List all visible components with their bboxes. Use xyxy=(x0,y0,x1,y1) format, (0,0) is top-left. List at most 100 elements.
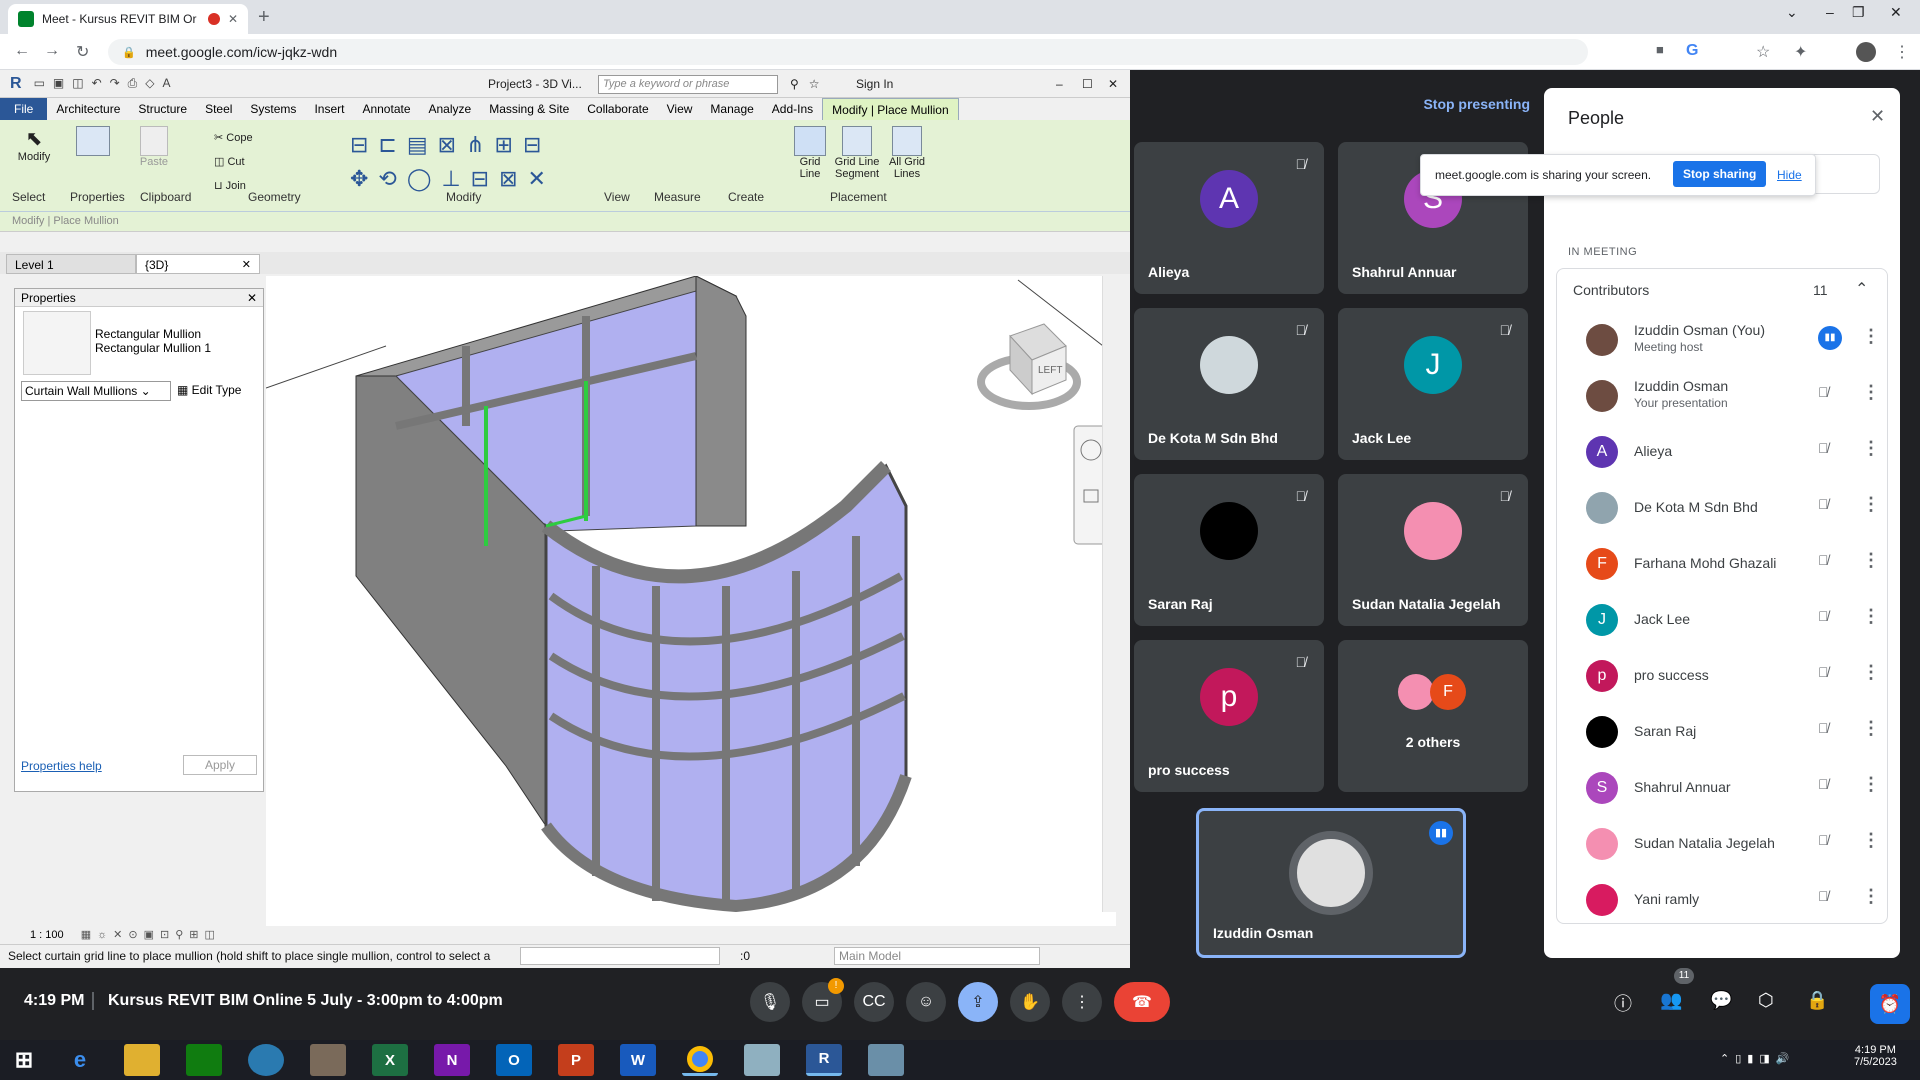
participant-tile[interactable]: J 🎙̸ Jack Lee xyxy=(1338,308,1528,460)
app-icon[interactable] xyxy=(248,1044,284,1076)
workset-select[interactable] xyxy=(520,947,720,965)
taskbar-clock[interactable]: 4:19 PM 7/5/2023 xyxy=(1854,1044,1897,1068)
participant-more-icon[interactable]: ⋮ xyxy=(1862,886,1880,907)
participant-row[interactable]: p pro success 🎙̸ ⋮ xyxy=(1556,648,1912,704)
outlook-icon[interactable]: O xyxy=(496,1044,532,1076)
mic-off-icon[interactable]: 🎙̸ xyxy=(1818,608,1829,624)
forward-icon[interactable]: → xyxy=(44,42,60,60)
address-bar[interactable]: 🔒 meet.google.com/icw-jqkz-wdn xyxy=(108,39,1588,65)
modify-tools-icons[interactable]: ⊟⊏▤⊠⋔⊞⊟ ✥⟲◯⊥⊟⊠✕ xyxy=(350,128,650,196)
profile-avatar[interactable] xyxy=(1856,42,1876,62)
tab-view[interactable]: View xyxy=(658,98,702,120)
participant-tile[interactable]: A 🎙̸ Alieya xyxy=(1134,142,1324,294)
vertical-scrollbar[interactable] xyxy=(1102,276,1116,912)
close-panel-icon[interactable]: ✕ xyxy=(1870,106,1885,127)
tab-structure[interactable]: Structure xyxy=(129,98,196,120)
browser-tab[interactable]: Meet - Kursus REVIT BIM Or ✕ xyxy=(8,4,248,34)
tab-manage[interactable]: Manage xyxy=(701,98,762,120)
others-tile[interactable]: F 2 others xyxy=(1338,640,1528,792)
word-icon[interactable]: W xyxy=(620,1044,656,1076)
view-controls-icons[interactable]: ▦☼✕⊙▣⊡⚲⊞◫ xyxy=(81,929,221,941)
participant-row[interactable]: Yani ramly 🎙̸ ⋮ xyxy=(1556,872,1912,928)
google-icon[interactable]: G xyxy=(1686,42,1698,60)
tab-file[interactable]: File xyxy=(0,98,48,120)
file-explorer-icon[interactable] xyxy=(124,1044,160,1076)
hide-notice-link[interactable]: Hide xyxy=(1777,168,1802,182)
stop-presenting-button[interactable]: Stop presenting xyxy=(1423,96,1530,112)
new-tab-icon[interactable]: + xyxy=(258,6,270,29)
windows-start-icon[interactable]: ⊞ xyxy=(6,1044,42,1076)
paste-button[interactable]: Paste xyxy=(136,126,172,168)
close-view-icon[interactable]: ✕ xyxy=(242,258,251,271)
participant-more-icon[interactable]: ⋮ xyxy=(1862,774,1880,795)
app-icon[interactable] xyxy=(310,1044,346,1076)
tab-massing-site[interactable]: Massing & Site xyxy=(480,98,578,120)
cut-button[interactable]: ◫ Cut xyxy=(214,150,253,174)
participant-row[interactable]: De Kota M Sdn Bhd 🎙̸ ⋮ xyxy=(1556,480,1912,536)
back-icon[interactable]: ← xyxy=(14,42,30,60)
mic-off-icon[interactable]: 🎙̸ xyxy=(1818,440,1829,456)
stop-sharing-button[interactable]: Stop sharing xyxy=(1673,161,1767,187)
tab-annotate[interactable]: Annotate xyxy=(353,98,419,120)
tab-insert[interactable]: Insert xyxy=(305,98,353,120)
search-tools-icons[interactable]: ⚲☆ xyxy=(790,77,830,91)
bookmark-star-icon[interactable]: ☆ xyxy=(1756,42,1770,62)
revit-logo-icon[interactable]: R xyxy=(10,75,22,93)
leave-call-icon[interactable]: ☎ xyxy=(1114,982,1170,1022)
properties-tool-button[interactable] xyxy=(70,126,116,156)
participant-more-icon[interactable]: ⋮ xyxy=(1862,550,1880,571)
present-screen-icon[interactable]: ⇪ xyxy=(958,982,998,1022)
participant-more-icon[interactable]: ⋮ xyxy=(1862,438,1880,459)
tab-collaborate[interactable]: Collaborate xyxy=(578,98,657,120)
participant-tile[interactable]: 🎙̸ Sudan Natalia Jegelah xyxy=(1338,474,1528,626)
cope-button[interactable]: ✂ Cope xyxy=(214,126,253,150)
collapse-chevron-icon[interactable]: ⌃ xyxy=(1855,279,1868,299)
properties-help-link[interactable]: Properties help xyxy=(21,759,102,773)
participant-more-icon[interactable]: ⋮ xyxy=(1862,718,1880,739)
meeting-details-icon[interactable]: ⓘ xyxy=(1614,990,1632,1016)
tab-steel[interactable]: Steel xyxy=(196,98,241,120)
revit-icon[interactable]: R xyxy=(806,1044,842,1076)
participant-more-icon[interactable]: ⋮ xyxy=(1862,494,1880,515)
view-tab-level-1[interactable]: Level 1 xyxy=(6,254,136,274)
group-select[interactable]: Select xyxy=(12,190,45,204)
participant-more-icon[interactable]: ⋮ xyxy=(1862,830,1880,851)
close-properties-icon[interactable]: ✕ xyxy=(247,291,257,305)
calculator-icon[interactable] xyxy=(186,1044,222,1076)
microphone-icon[interactable]: 🎙 xyxy=(750,982,790,1022)
participant-row[interactable]: F Farhana Mohd Ghazali 🎙̸ ⋮ xyxy=(1556,536,1912,592)
extensions-icon[interactable]: ✦ xyxy=(1794,42,1807,62)
category-filter-select[interactable]: Curtain Wall Mullions ⌄ xyxy=(21,381,171,401)
more-options-icon[interactable]: ⋮ xyxy=(1062,982,1102,1022)
grid-line-segment-button[interactable]: Grid Line Segment xyxy=(832,126,882,180)
participant-tile[interactable]: 🎙̸ De Kota M Sdn Bhd xyxy=(1134,308,1324,460)
tab-analyze[interactable]: Analyze xyxy=(420,98,481,120)
close-icon[interactable]: ✕ xyxy=(1108,77,1118,91)
tab-systems[interactable]: Systems xyxy=(241,98,305,120)
participant-more-icon[interactable]: ⋮ xyxy=(1862,382,1880,403)
tab-add-ins[interactable]: Add-Ins xyxy=(763,98,822,120)
internet-explorer-icon[interactable]: e xyxy=(62,1044,98,1076)
close-window-icon[interactable]: ✕ xyxy=(1890,4,1902,21)
view-tab-3d[interactable]: {3D} ✕ xyxy=(136,254,260,274)
mic-off-icon[interactable]: 🎙̸ xyxy=(1818,384,1829,400)
view-cube[interactable]: LEFT xyxy=(977,323,1081,410)
chat-icon[interactable]: 💬 xyxy=(1710,990,1732,1011)
app-icon[interactable] xyxy=(744,1044,780,1076)
powerpoint-icon[interactable]: P xyxy=(558,1044,594,1076)
apply-button[interactable]: Apply xyxy=(183,755,257,775)
all-grid-lines-button[interactable]: All Grid Lines xyxy=(884,126,930,180)
self-view-tile[interactable]: ▮▮ Izuddin Osman xyxy=(1196,808,1466,958)
participant-row[interactable]: A Alieya 🎙̸ ⋮ xyxy=(1556,424,1912,480)
quick-access-icons[interactable]: ▭▣◫↶↷⎙◇A xyxy=(34,76,179,91)
minimize-icon[interactable]: – xyxy=(1826,4,1834,20)
mic-off-icon[interactable]: 🎙̸ xyxy=(1818,776,1829,792)
onenote-icon[interactable]: N xyxy=(434,1044,470,1076)
tab-modify-place-mullion[interactable]: Modify | Place Mullion xyxy=(822,98,959,120)
sign-in[interactable]: Sign In xyxy=(856,77,893,91)
activities-icon[interactable]: ⬡ xyxy=(1758,990,1774,1011)
participant-row[interactable]: J Jack Lee 🎙̸ ⋮ xyxy=(1556,592,1912,648)
mic-off-icon[interactable]: 🎙̸ xyxy=(1818,720,1829,736)
grid-line-button[interactable]: Grid Line xyxy=(790,126,830,180)
camera-icon[interactable]: ■ xyxy=(1656,42,1664,57)
